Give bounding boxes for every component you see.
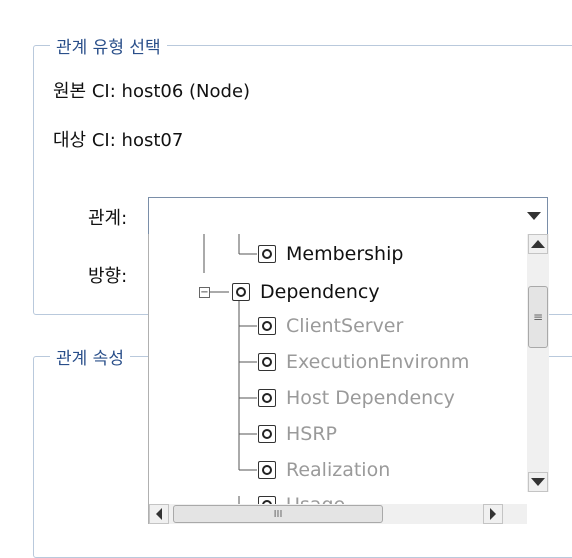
relationship-properties-legend: 관계 속성 <box>50 344 130 369</box>
ci-type-icon <box>258 496 276 504</box>
scroll-right-button[interactable] <box>483 504 503 524</box>
tree-item-hsrp[interactable]: HSRP <box>258 419 337 449</box>
tree-item-label: Host Dependency <box>286 387 455 409</box>
tree-item-label: Usage <box>286 494 345 504</box>
tree-item-clientserver[interactable]: ClientServer <box>258 311 403 341</box>
arrow-up-icon <box>531 240 545 248</box>
target-ci-row: 대상 CI: host07 <box>53 126 183 152</box>
horizontal-scrollbar[interactable]: III <box>149 504 527 524</box>
scroll-left-button[interactable] <box>149 504 169 524</box>
scroll-down-button[interactable] <box>528 472 548 492</box>
collapse-toggle[interactable]: − <box>199 287 210 298</box>
ci-type-icon <box>258 245 276 263</box>
tree-item-host-dependency[interactable]: Host Dependency <box>258 383 455 413</box>
relation-label: 관계: <box>88 208 128 229</box>
tree-item-usage[interactable]: Usage <box>258 490 345 504</box>
dropdown-button[interactable] <box>521 198 547 234</box>
ci-type-icon <box>258 425 276 443</box>
target-ci-value: host07 <box>121 130 184 151</box>
relationship-type-legend: 관계 유형 선택 <box>50 33 167 58</box>
ci-type-icon <box>258 317 276 335</box>
arrow-right-icon <box>490 508 496 520</box>
vertical-scroll-thumb[interactable]: ≡ <box>528 286 548 348</box>
ci-type-icon <box>232 283 250 301</box>
tree-item-realization[interactable]: Realization <box>258 455 390 485</box>
tree-item-label: ExecutionEnvironm <box>286 351 470 373</box>
tree-item-dependency[interactable]: Dependency <box>232 277 380 307</box>
ci-type-icon <box>258 461 276 479</box>
tree-clip: Usage <box>149 490 527 504</box>
tree-item-membership[interactable]: Membership <box>258 239 403 269</box>
scroll-up-button[interactable] <box>528 234 548 254</box>
arrow-left-icon <box>156 508 162 520</box>
target-ci-label: 대상 CI: <box>53 130 116 151</box>
source-ci-value: host06 (Node) <box>121 81 251 102</box>
horizontal-scroll-thumb[interactable]: III <box>173 505 383 523</box>
tree-item-label: Membership <box>286 243 404 265</box>
chevron-down-icon <box>527 212 541 220</box>
source-ci-label: 원본 CI: <box>53 81 116 102</box>
tree-item-label: Realization <box>286 459 391 481</box>
tree-item-executionenvironment[interactable]: ExecutionEnvironm <box>258 347 469 377</box>
source-ci-row: 원본 CI: host06 (Node) <box>53 77 250 103</box>
relation-combobox[interactable] <box>148 197 548 235</box>
direction-label: 방향: <box>88 266 128 287</box>
vertical-scrollbar[interactable]: ≡ <box>527 234 549 492</box>
tree-item-label: Dependency <box>260 281 380 303</box>
tree-item-label: HSRP <box>286 423 338 445</box>
ci-type-icon <box>258 353 276 371</box>
ci-type-icon <box>258 389 276 407</box>
arrow-down-icon <box>531 478 545 486</box>
tree-item-label: ClientServer <box>286 315 404 337</box>
relation-tree-popup: − Membership Dependency ClientServer Exe… <box>148 234 549 524</box>
